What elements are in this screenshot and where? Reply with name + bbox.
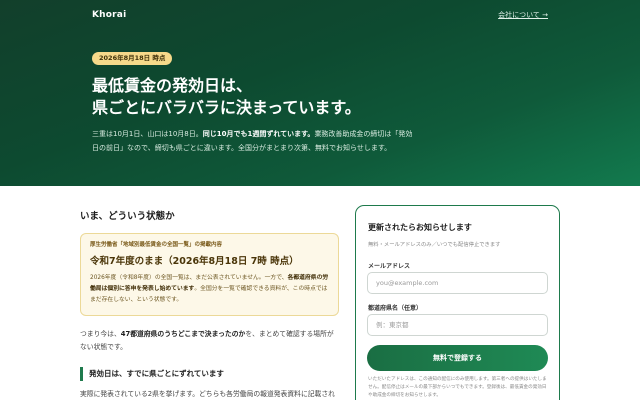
hero-section: Khorai 会社について → 2026年8月18日 時点 最低賃金の発効日は、…	[0, 0, 640, 186]
brand-logo[interactable]: Khorai	[92, 10, 126, 20]
register-button[interactable]: 無料で登録する	[367, 345, 548, 371]
notice-source: 厚生労働省「地域別最低賃金の全国一覧」の掲載内容	[90, 242, 223, 248]
date-badge: 2026年8月18日 時点	[92, 52, 173, 65]
hero-title-line-2: 県ごとにバラバラに決まっています。	[92, 98, 361, 117]
section-title: いま、どういう状態か	[80, 211, 175, 222]
notice-body-part-1: 2026年度（令和8年度）の全国一覧は、まだ公表されていません。一方で、	[90, 275, 288, 281]
para-part-1: つまり今は、	[80, 330, 121, 338]
email-label: メールアドレス	[368, 263, 411, 270]
hero-desc-part-1: 三重は10月1日、山口は10月8日。	[92, 130, 203, 138]
status-paragraph: つまり今は、47都道府県のうちどこまで決まったのかを、まとめて確認する場所がない…	[80, 328, 339, 354]
hero-desc-line-2: 日の前日」なので、締切も県ごとに違います。全国分がまとまり次第、無料でお知らせし…	[92, 144, 392, 152]
notice-body: 2026年度（令和8年度）の全国一覧は、まだ公表されていません。一方で、各都道府…	[90, 273, 329, 306]
notice-box: 厚生労働省「地域別最低賃金の全国一覧」の掲載内容 令和7年度のまま（2026年8…	[80, 233, 339, 316]
about-company-link[interactable]: 会社について →	[498, 10, 548, 20]
hero-desc-part-2: 業務改善助成金の締切は「発効	[314, 130, 413, 138]
prefecture-field[interactable]	[367, 314, 548, 336]
email-field[interactable]	[367, 272, 548, 294]
signup-card: 更新されたらお知らせします 無料・メールアドレスのみ／いつでも配信停止できます …	[355, 205, 560, 400]
hero-title-line-1: 最低賃金の発効日は、	[92, 76, 253, 95]
subsection-paragraph: 実際に発表されている2県を挙げます。どちらも各労働局の報道発表資料に記載され	[80, 390, 335, 398]
notice-headline: 令和7年度のまま（2026年8月18日 7時 時点）	[90, 256, 299, 267]
para-bold: 47都道府県のうちどこまで決まったのか	[120, 330, 246, 338]
signup-subtitle: 無料・メールアドレスのみ／いつでも配信停止できます	[368, 242, 501, 248]
signup-disclaimer: いただいたアドレスは、この通知の配信にのみ使用します。第三者への提供はいたしませ…	[368, 377, 547, 398]
signup-title: 更新されたらお知らせします	[368, 223, 472, 232]
hero-title: 最低賃金の発効日は、 県ごとにバラバラに決まっています。	[92, 75, 361, 119]
main-content: いま、どういう状態か 厚生労働省「地域別最低賃金の全国一覧」の掲載内容 令和7年…	[80, 186, 340, 400]
hero-description: 三重は10月1日、山口は10月8日。同じ10月でも1週間ずれています。業務改善助…	[92, 127, 552, 155]
subsection-title: 発効日は、すでに県ごとにずれています	[80, 367, 224, 381]
hero-desc-bold: 同じ10月でも1週間ずれています。	[202, 130, 315, 138]
prefecture-label: 都道府県名（任意）	[368, 305, 423, 312]
